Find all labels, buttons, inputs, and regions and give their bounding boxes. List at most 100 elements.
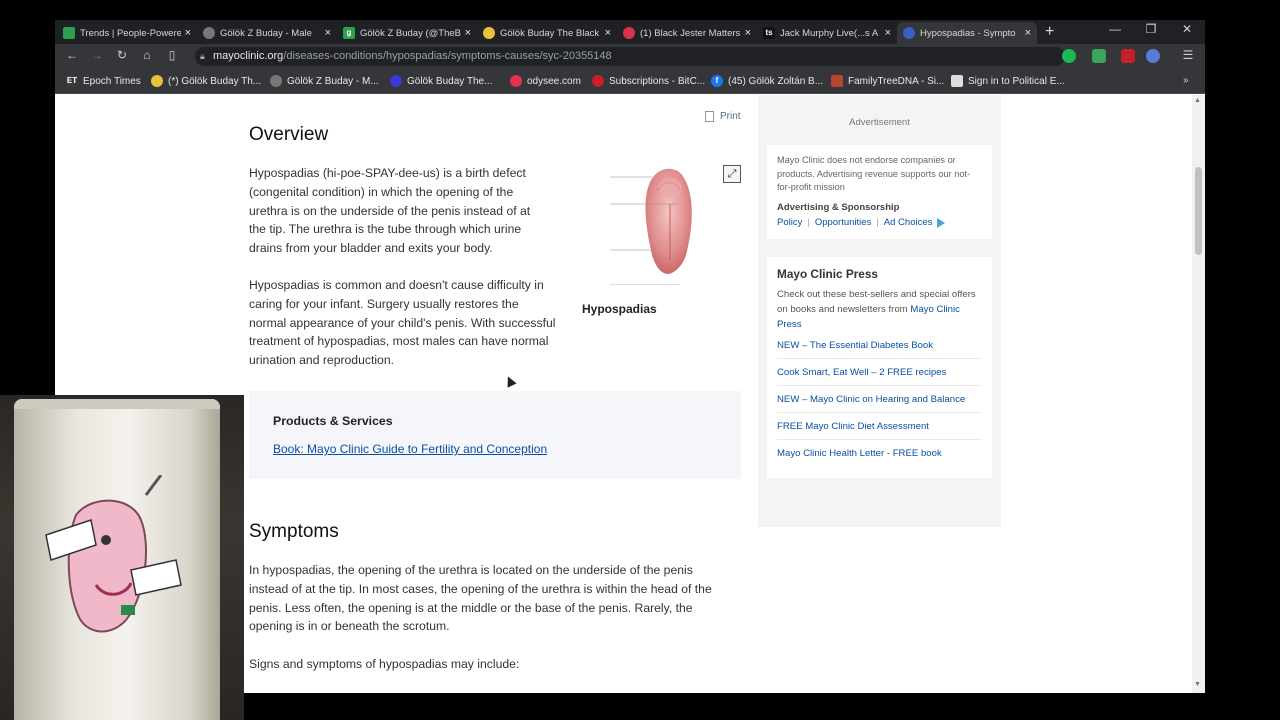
close-tab-icon[interactable]: × (885, 27, 891, 39)
bookmark-epoch-times[interactable]: ET Epoch Times (66, 75, 141, 87)
mayo-clinic-press-card: Mayo Clinic Press Check out these best-s… (767, 257, 992, 478)
press-item-diabetes[interactable]: NEW – The Essential Diabetes Book (777, 332, 982, 359)
mouse-cursor-icon (503, 374, 517, 388)
tab-golok-black[interactable]: Gölök Buday The Black × (477, 22, 617, 44)
scroll-up-icon[interactable]: ▲ (1194, 97, 1201, 104)
maximize-icon[interactable]: ❐ (1136, 22, 1166, 36)
bulb-icon (151, 75, 163, 87)
ftdna-icon (831, 75, 843, 87)
fertility-book-link[interactable]: Book: Mayo Clinic Guide to Fertility and… (273, 442, 547, 456)
products-services-box: Products & Services Book: Mayo Clinic Gu… (249, 391, 741, 479)
globe-favicon-icon (203, 27, 215, 39)
policy-link[interactable]: Policy (777, 217, 802, 228)
expand-image-icon[interactable]: ⤢ (723, 165, 741, 183)
minimize-icon[interactable]: — (1100, 22, 1130, 36)
bookmark-golok-2[interactable]: Gölök Z Buday - M... (270, 75, 379, 87)
bookmarks-bar: ET Epoch Times (*) Gölök Buday Th... Gölö… (55, 69, 1205, 94)
ad-disclaimer-card: Mayo Clinic does not endorse companies o… (767, 145, 992, 239)
bookmark-facebook[interactable]: f (45) Gölök Zoltán B... (711, 75, 823, 87)
sidebar: Advertisement Mayo Clinic does not endor… (758, 95, 1001, 527)
press-items: NEW – The Essential Diabetes Book Cook S… (777, 332, 982, 467)
window-close-icon[interactable]: ✕ (1172, 22, 1202, 36)
products-heading: Products & Services (273, 414, 393, 428)
url-path: /diseases-conditions/hypospadias/symptom… (283, 50, 612, 62)
ad-choices-icon[interactable] (937, 217, 946, 228)
tab-hypospadias[interactable]: Hypospadias - Sympto × (897, 22, 1037, 44)
odysee-icon (510, 75, 522, 87)
browser-toolbar: ← → ↻ ⌂ ▯ 🔒︎ mayoclinic.org/diseases-con… (55, 44, 1205, 69)
forward-icon[interactable]: → (88, 48, 106, 62)
gab-favicon-icon: g (343, 27, 355, 39)
symptoms-paragraph: In hypospadias, the opening of the ureth… (249, 563, 712, 634)
close-tab-icon[interactable]: × (1025, 27, 1031, 39)
bulb-favicon-icon (483, 27, 495, 39)
globe-icon (270, 75, 282, 87)
jester-favicon-icon (623, 27, 635, 39)
mask-icon (390, 75, 402, 87)
tab-strip: Trends | People-Powere × Gölök Z Buday -… (55, 20, 1205, 44)
page-scrollbar[interactable]: ▲ ▼ (1192, 95, 1205, 693)
et-icon: ET (66, 75, 78, 87)
browser-menu-icon[interactable]: ☰ (1179, 48, 1197, 62)
press-description: Check out these best-sellers and special… (777, 289, 976, 330)
tab-trends[interactable]: Trends | People-Powere × (57, 22, 197, 44)
url-domain: mayoclinic.org (213, 50, 284, 62)
bookmark-icon[interactable]: ▯ (163, 48, 181, 62)
press-item-health-letter[interactable]: Mayo Clinic Health Letter - FREE book (777, 440, 982, 467)
figure-caption: Hypospadias (582, 302, 657, 316)
close-tab-icon[interactable]: × (605, 27, 611, 39)
print-link[interactable]: Print (705, 111, 741, 122)
more-bookmarks-icon[interactable]: » (1183, 75, 1189, 86)
bookmark-golok-1[interactable]: (*) Gölök Buday Th... (151, 75, 261, 87)
pe-icon (951, 75, 963, 87)
overview-paragraph-2: Hypospadias is common and doesn't cause … (249, 278, 556, 368)
ad-sponsorship-heading: Advertising & Sponsorship (777, 202, 900, 213)
close-tab-icon[interactable]: × (465, 27, 471, 39)
profile-extension-icon[interactable] (1146, 49, 1160, 63)
press-item-cook-smart[interactable]: Cook Smart, Eat Well – 2 FREE recipes (777, 359, 982, 386)
press-item-hearing[interactable]: NEW – Mayo Clinic on Hearing and Balance (777, 386, 982, 413)
close-tab-icon[interactable]: × (325, 27, 331, 39)
trends-favicon-icon (63, 27, 75, 39)
press-item-diet[interactable]: FREE Mayo Clinic Diet Assessment (777, 413, 982, 440)
print-icon (705, 111, 714, 122)
back-icon[interactable]: ← (63, 48, 81, 62)
spotify-extension-icon[interactable] (1062, 49, 1076, 63)
overview-paragraph-1: Hypospadias (hi-poe-SPAY-dee-us) is a bi… (249, 166, 531, 256)
home-icon[interactable]: ⌂ (138, 48, 156, 62)
hypospadias-illustration[interactable] (582, 160, 742, 286)
opportunities-link[interactable]: Opportunities (815, 217, 872, 228)
mug-cartoon-image (45, 475, 182, 633)
bookmark-political-e[interactable]: Sign in to Political E... (951, 75, 1065, 87)
tab-golok-gab[interactable]: g Gölök Z Buday (@TheB × (337, 22, 477, 44)
ad-disclaimer-text: Mayo Clinic does not endorse companies o… (777, 155, 971, 192)
mayo-favicon-icon (903, 27, 915, 39)
ad-choices-link[interactable]: Ad Choices (884, 217, 933, 228)
close-tab-icon[interactable]: × (745, 27, 751, 39)
tab-golok-male[interactable]: Gölök Z Buday - Male × (197, 22, 337, 44)
tab-black-jester[interactable]: (1) Black Jester Matters × (617, 22, 757, 44)
address-bar[interactable]: 🔒︎ mayoclinic.org/diseases-conditions/hy… (195, 47, 1065, 66)
bookmark-familytreedna[interactable]: FamilyTreeDNA - Si... (831, 75, 944, 87)
ts-favicon-icon: ts (763, 27, 775, 39)
illustration-image (610, 168, 692, 286)
facebook-icon: f (711, 75, 723, 87)
bitchute-icon (592, 75, 604, 87)
bookmark-golok-3[interactable]: Gölök Buday The... (390, 75, 492, 87)
symptoms-heading: Symptoms (249, 521, 339, 542)
webcam-overlay (0, 395, 244, 720)
tab-jack-murphy[interactable]: ts Jack Murphy Live(...s A × (757, 22, 897, 44)
screen: Trends | People-Powere × Gölök Z Buday -… (0, 0, 1280, 720)
red-extension-icon[interactable] (1121, 49, 1135, 63)
advertisement-label: Advertisement (849, 117, 910, 128)
press-title: Mayo Clinic Press (777, 267, 878, 281)
scroll-down-icon[interactable]: ▼ (1194, 681, 1201, 688)
bookmark-bitchute[interactable]: Subscriptions - BitC... (592, 75, 705, 87)
scrollbar-thumb[interactable] (1195, 167, 1202, 255)
reload-icon[interactable]: ↻ (113, 48, 131, 62)
symptoms-list-intro: Signs and symptoms of hypospadias may in… (249, 657, 520, 671)
close-tab-icon[interactable]: × (185, 27, 191, 39)
bookmark-odysee[interactable]: odysee.com (510, 75, 581, 87)
extension-badge-icon[interactable] (1092, 49, 1106, 63)
new-tab-icon[interactable]: + (1045, 23, 1054, 41)
